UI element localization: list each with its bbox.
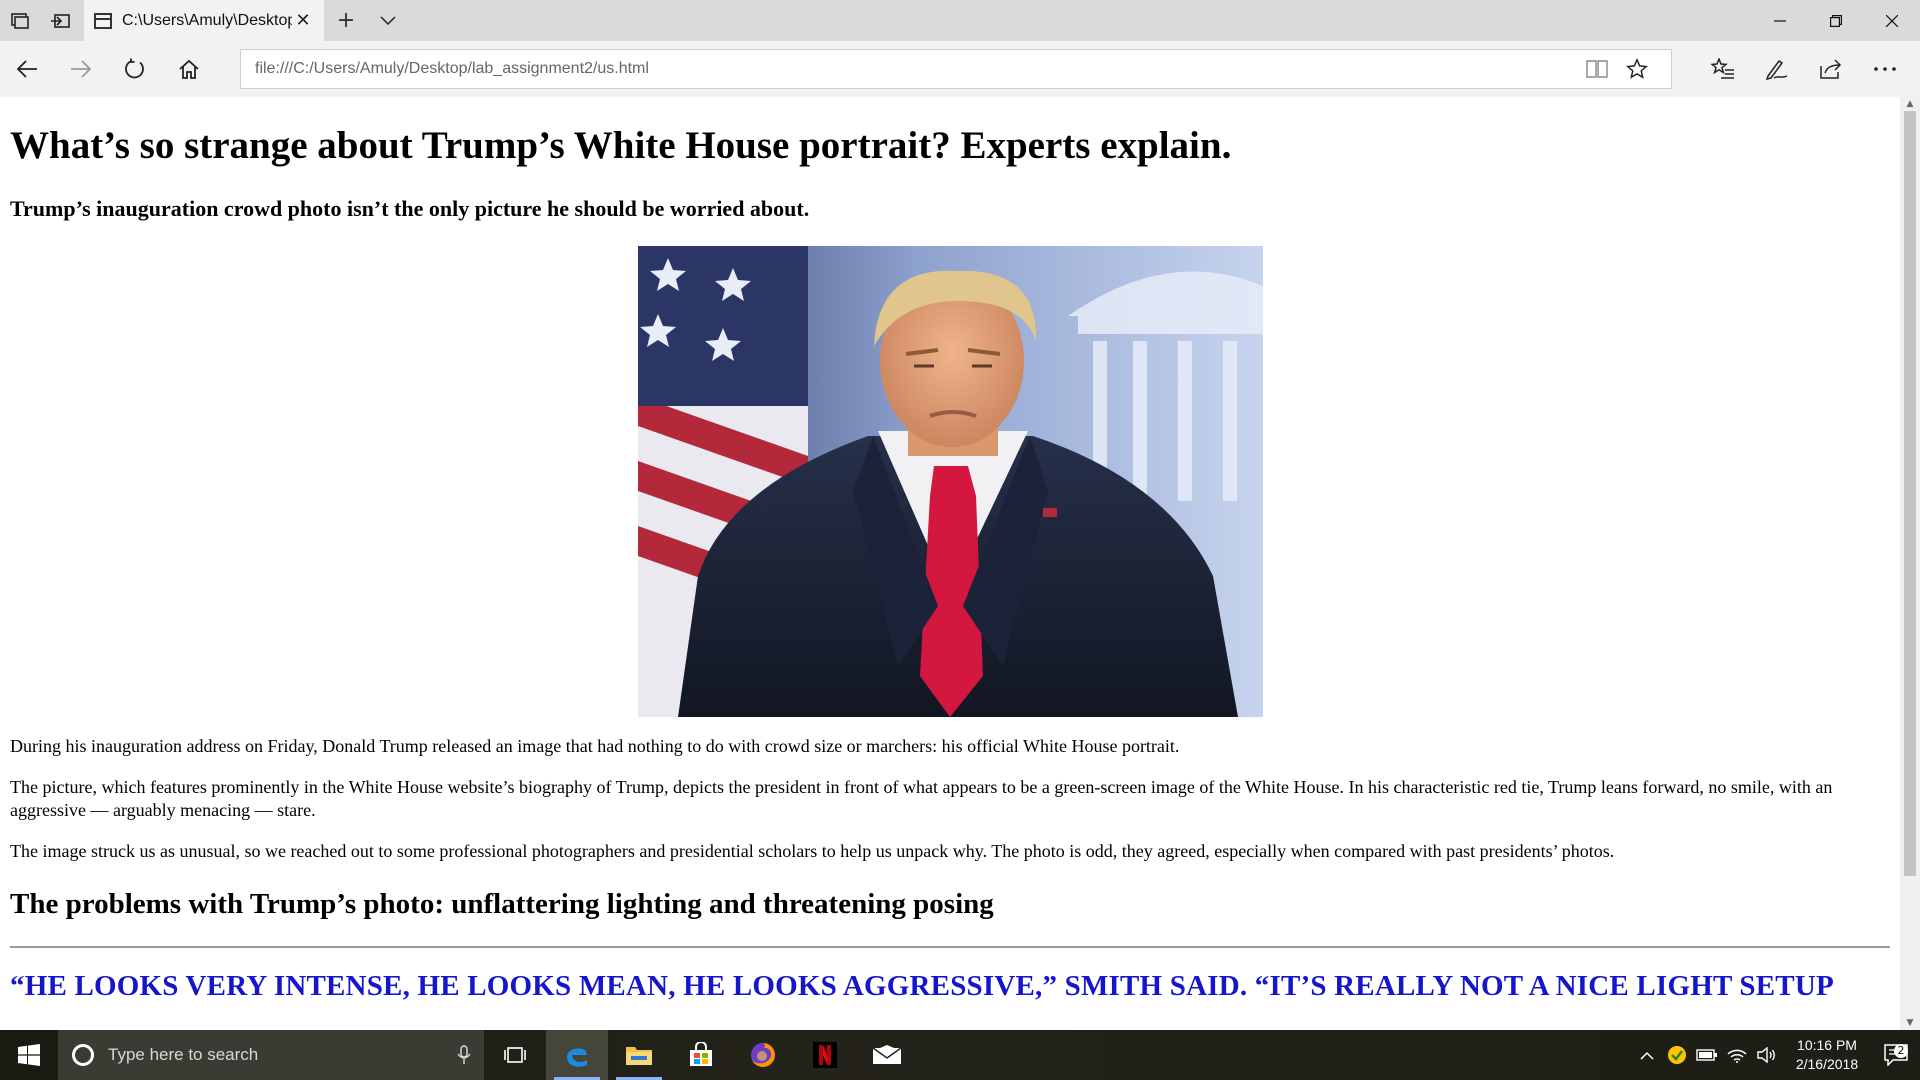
pull-quote: “HE LOOKS VERY INTENSE, HE LOOKS MEAN, H… xyxy=(10,969,1834,1002)
file-explorer-icon[interactable] xyxy=(608,1030,670,1080)
divider xyxy=(10,945,1890,948)
store-icon[interactable] xyxy=(670,1030,732,1080)
cortana-icon[interactable] xyxy=(72,1044,94,1066)
battery-icon[interactable] xyxy=(1692,1048,1722,1062)
security-icon[interactable] xyxy=(1662,1045,1692,1065)
taskbar: Type here to search 10:16 PM 2/16/2018 2 xyxy=(0,1030,1920,1080)
share-icon[interactable] xyxy=(1804,41,1858,97)
tab-list-chevron-icon[interactable] xyxy=(368,0,408,41)
refresh-icon[interactable] xyxy=(108,41,162,97)
tab-preview-icon[interactable] xyxy=(0,0,40,41)
restore-button[interactable] xyxy=(1808,0,1864,41)
volume-icon[interactable] xyxy=(1752,1047,1782,1063)
home-icon[interactable] xyxy=(162,41,216,97)
more-icon[interactable] xyxy=(1858,41,1912,97)
close-window-button[interactable] xyxy=(1864,0,1920,41)
clock-time: 10:16 PM xyxy=(1797,1037,1857,1053)
close-tab-icon[interactable]: ✕ xyxy=(292,10,314,31)
back-arrow-icon[interactable] xyxy=(0,41,54,97)
scroll-up-arrow-icon[interactable]: ▲ xyxy=(1900,97,1920,111)
page-icon xyxy=(94,12,112,29)
windows-start-icon[interactable] xyxy=(0,1030,58,1080)
set-aside-tabs-icon[interactable] xyxy=(40,0,80,41)
netflix-icon[interactable] xyxy=(794,1030,856,1080)
notification-count-badge: 2 xyxy=(1894,1044,1908,1058)
mail-icon[interactable] xyxy=(856,1030,918,1080)
official-portrait-image xyxy=(637,246,1263,718)
scroll-down-arrow-icon[interactable]: ▼ xyxy=(1900,1016,1920,1030)
navigation-bar: file:///C:/Users/Amuly/Desktop/lab_assig… xyxy=(0,41,1920,97)
system-clock[interactable]: 10:16 PM 2/16/2018 xyxy=(1782,1036,1872,1074)
search-placeholder[interactable]: Type here to search xyxy=(108,1045,444,1065)
clock-date: 2/16/2018 xyxy=(1795,1056,1859,1072)
microphone-icon[interactable] xyxy=(444,1045,484,1065)
section-heading: The problems with Trump’s photo: unflatt… xyxy=(10,888,994,921)
article: What’s so strange about Trump’s White Ho… xyxy=(0,123,1900,1003)
wifi-icon[interactable] xyxy=(1722,1047,1752,1063)
paragraph-3: The image struck us as unusual, so we re… xyxy=(10,841,1615,862)
task-view-icon[interactable] xyxy=(484,1030,546,1080)
tab-title: C:\Users\Amuly\Desktop xyxy=(122,11,292,29)
address-bar[interactable]: file:///C:/Users/Amuly/Desktop/lab_assig… xyxy=(240,49,1672,89)
favorites-hub-icon[interactable] xyxy=(1696,41,1750,97)
address-text[interactable]: file:///C:/Users/Amuly/Desktop/lab_assig… xyxy=(255,60,1577,78)
paragraph-1: During his inauguration address on Frida… xyxy=(10,736,1180,757)
browser-tab[interactable]: C:\Users\Amuly\Desktop ✕ xyxy=(84,0,324,41)
web-note-icon[interactable] xyxy=(1750,41,1804,97)
new-tab-button[interactable]: + xyxy=(324,0,368,41)
firefox-icon[interactable] xyxy=(732,1030,794,1080)
favorite-star-icon[interactable] xyxy=(1617,50,1657,88)
system-tray: 10:16 PM 2/16/2018 2 xyxy=(1632,1030,1920,1080)
minimize-button[interactable] xyxy=(1752,0,1808,41)
portrait-container xyxy=(10,246,1890,718)
article-title: What’s so strange about Trump’s White Ho… xyxy=(10,124,1232,167)
edge-icon[interactable] xyxy=(546,1030,608,1080)
action-center-icon[interactable]: 2 xyxy=(1872,1044,1920,1066)
page-scrollbar[interactable]: ▲ ▼ xyxy=(1900,97,1920,1030)
taskbar-search-box[interactable]: Type here to search xyxy=(58,1030,484,1080)
chevron-up-icon[interactable] xyxy=(1632,1051,1662,1060)
scroll-thumb[interactable] xyxy=(1904,111,1916,876)
paragraph-2: The picture, which features prominently … xyxy=(10,777,1833,821)
forward-arrow-icon[interactable] xyxy=(54,41,108,97)
article-subtitle: Trump’s inauguration crowd photo isn’t t… xyxy=(10,195,810,221)
reading-view-icon[interactable] xyxy=(1577,50,1617,88)
browser-titlebar: C:\Users\Amuly\Desktop ✕ + xyxy=(0,0,1920,41)
page-viewport: What’s so strange about Trump’s White Ho… xyxy=(0,97,1900,1030)
